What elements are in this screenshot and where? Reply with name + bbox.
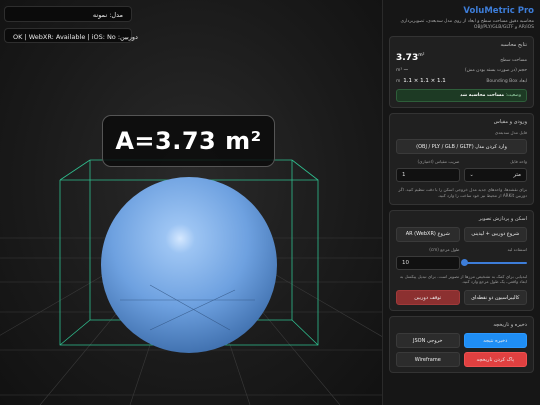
scale-input[interactable]: 1	[396, 167, 460, 182]
app-subtitle: محاسبه دقیق مساحت سطح و ابعاد از روی مدل…	[400, 19, 534, 31]
scan-section-title: اسکن و پردازش تصویر	[478, 215, 527, 222]
history-section-title: ذخیره و تاریخچه	[493, 322, 527, 329]
volume-value: —	[403, 68, 409, 74]
slider-thumb[interactable]	[460, 258, 468, 266]
calibrate-button[interactable]: کالیبراسیون دو نقطه‌ای	[463, 290, 527, 306]
edge-threshold-slider[interactable]	[460, 256, 527, 270]
scale-label: ضریب مقیاس (اختیاری)	[417, 159, 460, 164]
area-unit: m²	[418, 53, 425, 59]
volume-label: حجم (در صورت بسته بودن مش)	[464, 68, 527, 74]
area-value-block: 3.73m²	[396, 53, 424, 63]
volume-row: m³ — حجم (در صورت بسته بودن مش)	[396, 68, 527, 73]
clear-history-button[interactable]: پاک کردن تاریخچه	[463, 352, 527, 368]
slider-track	[460, 258, 527, 266]
bbox-label: Bounding Box ابعاد	[486, 78, 527, 84]
area-value: 3.73	[396, 53, 419, 64]
status-value: مساحت محاسبه شد	[460, 93, 505, 99]
status-prefix: وضعیت:	[505, 93, 521, 99]
sphere-model[interactable]	[101, 177, 277, 353]
unit-select-value: متر	[513, 171, 521, 178]
results-section-title: نتایج محاسبه	[500, 42, 527, 49]
bbox-value: 1.1 × 1.1 × 1.1	[403, 78, 446, 85]
scene-canvas[interactable]	[0, 0, 382, 405]
input-card: ورودی و مقیاس فایل مدل سه‌بعدی وارد کردن…	[389, 113, 534, 205]
model-name-label: مدل: نمونه	[4, 6, 132, 22]
camera-status-bar: OK | WebXR: Available | iOS: No :دوربین	[4, 28, 138, 43]
reference-length-label: طول مرجع (cm)	[429, 246, 460, 252]
unit-select[interactable]: متر ⌄	[463, 167, 527, 182]
scan-hint: لبه‌یابی برای کمک به تشخیص مرزها از تصوی…	[399, 273, 527, 285]
bbox-unit: m	[396, 79, 401, 85]
area-label: مساحت سطح	[500, 58, 527, 64]
input-hint: برای نقشه‌ها، واحدهای جدید مدل خروجی اسک…	[398, 186, 527, 198]
3d-viewport[interactable]: مدل: نمونه OK | WebXR: Available | iOS: …	[0, 0, 382, 405]
control-panel: VoluMetric Pro محاسبه دقیق مساحت سطح و ا…	[382, 0, 540, 405]
volume-unit: m³	[396, 68, 403, 74]
scan-card: اسکن و پردازش تصویر شروع دوربین + لیدینی…	[389, 209, 534, 312]
file-label: فایل مدل سه‌بعدی	[494, 130, 527, 136]
load-model-button[interactable]: وارد کردن مدل (OBJ / PLY / GLB / GLTF)	[396, 139, 527, 154]
wireframe-toggle-button[interactable]: Wireframe	[396, 352, 460, 368]
results-card: نتایج محاسبه 3.73m² مساحت سطح m³ — حجم (…	[389, 36, 534, 109]
camera-lidar-button[interactable]: شروع دوربین + لیدینی	[463, 226, 527, 242]
unit-label: واحد فایل	[510, 159, 527, 164]
edge-threshold-label: استفاده لبه	[507, 246, 527, 252]
history-card: ذخیره و تاریخچه ذخیره نتیجه خروجی JSON پ…	[389, 316, 534, 374]
stop-camera-button[interactable]: توقف دوربین	[396, 290, 460, 306]
input-section-title: ورودی و مقیاس	[493, 119, 527, 126]
chevron-down-icon: ⌄	[469, 171, 474, 178]
area-overlay-badge: A=3.73 m²	[102, 115, 275, 167]
status-box: وضعیت: مساحت محاسبه شد	[396, 89, 527, 103]
save-result-button[interactable]: ذخیره نتیجه	[463, 333, 527, 349]
start-ar-button[interactable]: شروع AR (WebXR)	[396, 226, 460, 242]
bbox-row: m 1.1 × 1.1 × 1.1 Bounding Box ابعاد	[396, 78, 527, 84]
reference-length-input[interactable]: 10	[396, 255, 460, 270]
app-title: VoluMetric Pro	[463, 6, 534, 16]
export-json-button[interactable]: خروجی JSON	[396, 333, 460, 349]
